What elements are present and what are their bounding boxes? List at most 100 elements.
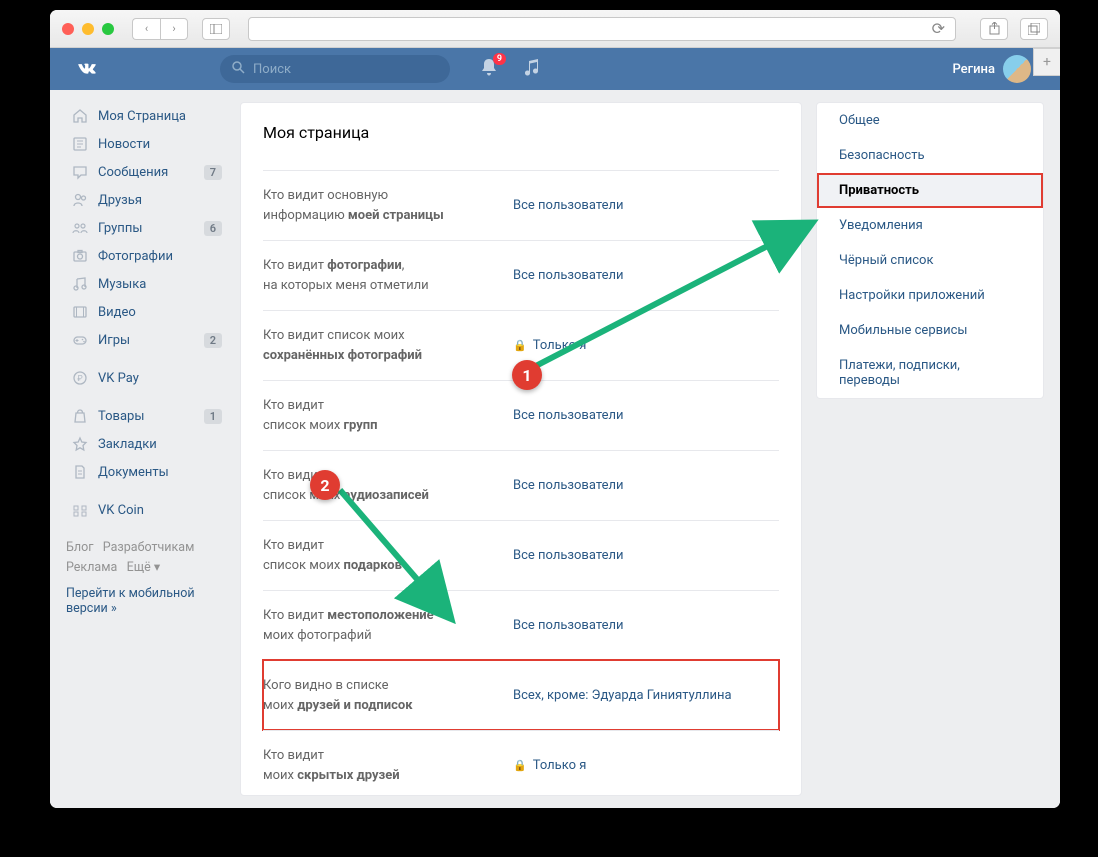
nav-photo[interactable]: Фотографии xyxy=(66,242,226,270)
forward-button[interactable]: › xyxy=(160,18,188,40)
privacy-value[interactable]: Все пользователи xyxy=(513,466,779,505)
privacy-value[interactable]: Всех, кроме: Эдуарда Гиниятуллина xyxy=(513,676,779,715)
settings-tab[interactable]: Безопасность xyxy=(817,138,1043,173)
nav-label: VK Pay xyxy=(98,371,139,386)
privacy-row: Кто видит фотографии,на которых меня отм… xyxy=(263,240,779,310)
tabs-button[interactable] xyxy=(1020,18,1048,40)
privacy-label: Кто видитсписок моих подарков xyxy=(263,536,513,575)
coin-icon xyxy=(70,500,90,520)
nav-coin[interactable]: VK Coin xyxy=(66,496,226,524)
nav-label: VK Coin xyxy=(98,503,144,518)
privacy-label: Кто видитсписок моих аудиозаписей xyxy=(263,466,513,505)
nav-games[interactable]: Игры2 xyxy=(66,326,226,354)
privacy-label: Кто видитмоих скрытых друзей xyxy=(263,746,513,785)
privacy-label: Кого видно в спискемоих друзей и подписо… xyxy=(263,676,513,715)
privacy-row: Кто видит основнуюинформацию моей страни… xyxy=(263,170,779,240)
nav-docs[interactable]: Документы xyxy=(66,458,226,486)
sidebar-toggle-button[interactable] xyxy=(202,18,230,40)
privacy-value[interactable]: Все пользователи xyxy=(513,606,779,645)
privacy-value[interactable]: Все пользователи xyxy=(513,256,779,295)
privacy-row: Кто видит местоположениемоих фотографийВ… xyxy=(263,590,779,660)
video-icon xyxy=(70,302,90,322)
nav-label: Видео xyxy=(98,305,136,320)
nav-pay[interactable]: ₽ VK Pay xyxy=(66,364,226,392)
search-placeholder: Поиск xyxy=(253,62,291,77)
market-icon xyxy=(70,406,90,426)
new-tab-button[interactable]: + xyxy=(1033,48,1060,76)
privacy-label: Кто видитсписок моих групп xyxy=(263,396,513,435)
privacy-value[interactable]: Все пользователи xyxy=(513,186,779,225)
nav-label: Друзья xyxy=(98,193,142,208)
search-input[interactable]: Поиск xyxy=(220,55,450,83)
footer-more[interactable]: Ещё ▾ xyxy=(127,560,161,575)
titlebar: ‹ › ⟳ xyxy=(50,10,1060,48)
music-button[interactable] xyxy=(524,59,540,80)
svg-text:₽: ₽ xyxy=(77,374,83,383)
nav-badge: 7 xyxy=(204,165,222,180)
nav-msg[interactable]: Сообщения 7 xyxy=(66,158,226,186)
maximize-window-button[interactable] xyxy=(102,23,114,35)
nav-label: Игры xyxy=(98,333,130,348)
footer-ads[interactable]: Реклама xyxy=(66,560,117,575)
page-title: Моя страница xyxy=(263,123,779,142)
nav-market[interactable]: Товары1 xyxy=(66,402,226,430)
settings-tab[interactable]: Настройки приложений xyxy=(817,278,1043,313)
privacy-label: Кто видит основнуюинформацию моей страни… xyxy=(263,186,513,225)
photo-icon xyxy=(70,246,90,266)
music-icon xyxy=(524,61,540,80)
privacy-value[interactable]: Все пользователи xyxy=(513,396,779,435)
notifications-button[interactable]: 9 xyxy=(480,58,498,81)
vk-logo[interactable] xyxy=(74,56,100,82)
address-bar[interactable]: ⟳ xyxy=(248,17,956,41)
msg-icon xyxy=(70,162,90,182)
nav-groups[interactable]: Группы6 xyxy=(66,214,226,242)
nav-label: Новости xyxy=(98,137,150,152)
music-icon xyxy=(70,274,90,294)
nav-label: Документы xyxy=(98,465,169,480)
nav-label: Моя Страница xyxy=(98,109,186,124)
back-button[interactable]: ‹ xyxy=(132,18,160,40)
user-menu[interactable]: Регина ▾ xyxy=(952,55,1044,83)
privacy-value[interactable]: 🔒Только я xyxy=(513,326,779,365)
nav-star[interactable]: Закладки xyxy=(66,430,226,458)
settings-tab[interactable]: Приватность xyxy=(817,173,1043,208)
lock-icon: 🔒 xyxy=(513,759,527,772)
vk-header: Поиск 9 Регина ▾ xyxy=(50,48,1060,90)
friends-icon xyxy=(70,190,90,210)
nav-label: Музыка xyxy=(98,277,146,292)
lock-icon: 🔒 xyxy=(513,339,527,352)
nav-badge: 1 xyxy=(204,409,222,424)
settings-tab[interactable]: Общее xyxy=(817,103,1043,138)
reload-icon[interactable]: ⟳ xyxy=(932,19,945,38)
pay-icon: ₽ xyxy=(70,368,90,388)
nav-label: Сообщения xyxy=(98,165,168,180)
footer-blog[interactable]: Блог xyxy=(66,540,93,555)
share-button[interactable] xyxy=(980,18,1008,40)
close-window-button[interactable] xyxy=(62,23,74,35)
privacy-row: Кто видитсписок моих подарковВсе пользов… xyxy=(263,520,779,590)
settings-tab[interactable]: Платежи, подписки, переводы xyxy=(817,348,1043,398)
settings-tab[interactable]: Уведомления xyxy=(817,208,1043,243)
mobile-version-link[interactable]: Перейти к мобильнойверсии » xyxy=(66,586,226,616)
footer-links: Блог Разработчикам Реклама Ещё ▾ xyxy=(66,538,226,578)
settings-tabs-panel: ОбщееБезопасностьПриватностьУведомленияЧ… xyxy=(816,102,1044,796)
nav-music[interactable]: Музыка xyxy=(66,270,226,298)
nav-news[interactable]: Новости xyxy=(66,130,226,158)
search-icon xyxy=(232,61,245,78)
docs-icon xyxy=(70,462,90,482)
games-icon xyxy=(70,330,90,350)
footer-dev[interactable]: Разработчикам xyxy=(103,540,195,555)
settings-tab[interactable]: Мобильные сервисы xyxy=(817,313,1043,348)
privacy-row: Кого видно в спискемоих друзей и подписо… xyxy=(263,660,779,730)
nav-home[interactable]: Моя Страница xyxy=(66,102,226,130)
privacy-value[interactable]: 🔒Только я xyxy=(513,746,779,785)
nav-label: Фотографии xyxy=(98,249,173,264)
privacy-value[interactable]: Все пользователи xyxy=(513,536,779,575)
left-nav: Моя Страница Новости Сообщения 7 Друзья Групп… xyxy=(66,102,226,796)
nav-friends[interactable]: Друзья xyxy=(66,186,226,214)
privacy-label: Кто видит местоположениемоих фотографий xyxy=(263,606,513,645)
privacy-label: Кто видит фотографии,на которых меня отм… xyxy=(263,256,513,295)
minimize-window-button[interactable] xyxy=(82,23,94,35)
nav-video[interactable]: Видео xyxy=(66,298,226,326)
settings-tab[interactable]: Чёрный список xyxy=(817,243,1043,278)
